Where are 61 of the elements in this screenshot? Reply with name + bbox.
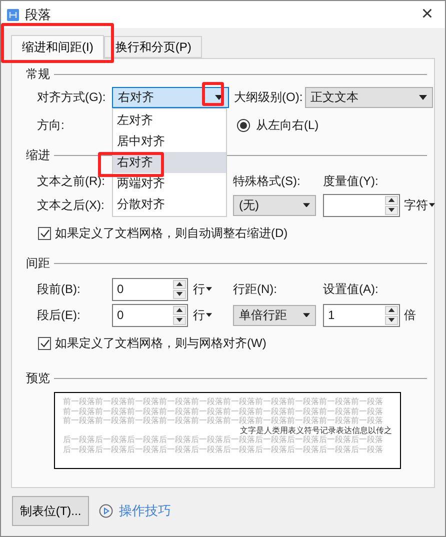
field-label: 文本之前(R): bbox=[37, 172, 106, 190]
section-heading: 常规 bbox=[26, 66, 50, 82]
down-arrow-icon bbox=[176, 318, 183, 322]
field-label: 方向: bbox=[37, 116, 66, 134]
caret-icon bbox=[418, 94, 427, 100]
preview-sample-text: 前一段落前一段落前一段落前一段落前一段落前一段落前一段落前一段落前一段落前一段落 bbox=[63, 406, 384, 416]
field-label: 文本之后(X): bbox=[37, 196, 106, 214]
section-heading: 间距 bbox=[26, 254, 50, 272]
preview-sample-text: 前一段落前一段落前一段落前一段落前一段落前一段落前一段落前一段落前一段落前一段落 bbox=[63, 397, 384, 406]
field-label: 行距(N): bbox=[233, 280, 278, 298]
caret-icon bbox=[206, 313, 212, 317]
tab-stops-button[interactable]: 制表位(T)... bbox=[12, 496, 89, 526]
outline-level-dropdown[interactable]: 正文文本 bbox=[304, 86, 433, 108]
play-icon bbox=[99, 504, 113, 518]
set-value-field[interactable]: 1 bbox=[323, 304, 400, 326]
field-label: 段前(B): bbox=[37, 280, 82, 298]
up-arrow-icon bbox=[176, 282, 183, 286]
radio-button[interactable] bbox=[237, 118, 250, 132]
unit-label[interactable]: 字符 bbox=[404, 196, 428, 214]
unit-label: 倍 bbox=[404, 306, 417, 324]
field-label: 段后(E): bbox=[37, 306, 82, 324]
tips-link[interactable]: 操作技巧 bbox=[99, 502, 171, 520]
checkbox[interactable] bbox=[38, 336, 51, 350]
window-title: 段落 bbox=[25, 6, 52, 24]
section-heading: 缩进 bbox=[26, 146, 50, 164]
caret-icon bbox=[206, 287, 212, 291]
caret-icon bbox=[302, 312, 310, 318]
field-label: 度量值(Y): bbox=[323, 172, 380, 190]
field-label: 大纲级别(O): bbox=[234, 88, 303, 106]
radio-label: 从左向右(L) bbox=[256, 116, 319, 134]
tab[interactable]: 缩进和间距(I) bbox=[11, 35, 104, 59]
field-label: 设置值(A): bbox=[323, 280, 380, 298]
field-label: 特殊格式(S): bbox=[233, 172, 302, 190]
down-arrow-icon bbox=[176, 292, 183, 296]
caret-icon bbox=[215, 94, 223, 100]
app-icon bbox=[7, 8, 19, 20]
space-after-field[interactable]: 0 bbox=[112, 304, 188, 326]
caret-icon bbox=[302, 202, 310, 208]
space-before-field[interactable]: 0 bbox=[112, 278, 188, 300]
checkbox[interactable] bbox=[38, 226, 51, 240]
line-spacing-dropdown[interactable]: 单倍行距 bbox=[233, 304, 316, 326]
up-arrow-icon bbox=[388, 198, 395, 202]
up-arrow-icon bbox=[388, 308, 395, 312]
caret-icon bbox=[429, 203, 435, 207]
preview-sample-text: 前一段落前一段落前一段落前一段落前一段落前一段落前一段落前一段落前一段落前一段落 bbox=[63, 416, 384, 426]
preview-sample-text: 后一段落后一段落后一段落后一段落后一段落后一段落后一段落后一段落后一段落后一段落 bbox=[63, 435, 384, 444]
preview-text: 文字是人类用表义符号记录表达信息以传之 bbox=[239, 426, 392, 434]
checkbox-label: 如果定义了文档网格，则自动调整右缩进(D) bbox=[55, 224, 288, 242]
unit-label[interactable]: 行 bbox=[193, 280, 205, 298]
up-arrow-icon bbox=[176, 308, 183, 312]
section-heading: 预览 bbox=[26, 370, 50, 386]
tab[interactable]: 换行和分页(P) bbox=[104, 36, 202, 58]
close-button[interactable]: × bbox=[415, 3, 439, 26]
down-arrow-icon bbox=[388, 208, 395, 212]
preview-sample-text: 后一段落后一段落后一段落后一段落后一段落后一段落后一段落后一段落后一段落后一段落 bbox=[63, 444, 384, 454]
field-label: 对齐方式(G): bbox=[37, 88, 107, 106]
unit-label[interactable]: 行 bbox=[193, 306, 205, 324]
checkbox-label: 如果定义了文档网格，则与网格对齐(W) bbox=[55, 334, 266, 352]
measure-field[interactable] bbox=[323, 194, 400, 216]
special-format-dropdown[interactable]: (无) bbox=[233, 194, 316, 216]
down-arrow-icon bbox=[388, 318, 395, 322]
